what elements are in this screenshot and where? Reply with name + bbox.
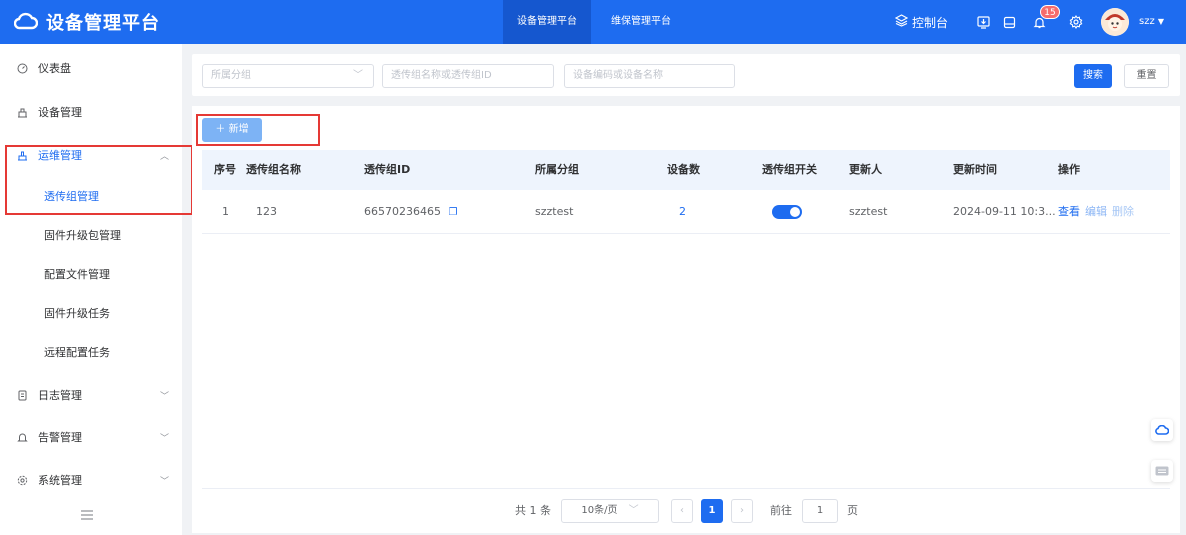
column-header: 透传组ID bbox=[364, 163, 411, 176]
user-menu[interactable]: szz ▼ bbox=[1139, 0, 1164, 44]
reset-button[interactable]: 重置 bbox=[1124, 64, 1169, 88]
column-header: 设备数 bbox=[667, 163, 700, 176]
settings-icon[interactable] bbox=[1069, 0, 1083, 44]
sidebar-subitem-config-file[interactable]: 配置文件管理 bbox=[0, 264, 182, 284]
switch-knob bbox=[790, 207, 800, 217]
total-count: 共 1 条 bbox=[515, 504, 551, 517]
user-name: szz bbox=[1139, 16, 1155, 27]
goto-label: 前往 bbox=[770, 504, 792, 517]
caret-down-icon: ▼ bbox=[1157, 17, 1165, 26]
ops-icon bbox=[16, 149, 28, 161]
chevron-down-icon: ﹀ bbox=[160, 433, 170, 444]
notification-badge: 15 bbox=[1040, 5, 1060, 19]
next-page-button[interactable]: › bbox=[731, 499, 753, 523]
layers-icon bbox=[894, 14, 909, 30]
cell-index: 1 bbox=[222, 205, 229, 218]
top-bar: 设备管理平台 设备管理平台 维保管理平台 控制台 15 szz ▼ bbox=[0, 0, 1186, 44]
cell-updater: szztest bbox=[849, 205, 888, 218]
copy-icon[interactable]: ❐ bbox=[448, 207, 457, 218]
prev-page-button[interactable]: ‹ bbox=[671, 499, 693, 523]
app-title: 设备管理平台 bbox=[46, 13, 160, 34]
device-icon bbox=[16, 106, 28, 118]
sidebar: 仪表盘 设备管理 运维管理 ︿ 透传组管理 固件升级包管理 配置文件管理 固件升… bbox=[0, 44, 182, 535]
plus-icon: ＋ bbox=[215, 124, 226, 135]
delete-link[interactable]: 删除 bbox=[1112, 190, 1134, 234]
chevron-down-icon: ﹀ bbox=[160, 476, 170, 487]
sidebar-item-ops-management[interactable]: 运维管理 ︿ bbox=[0, 145, 182, 165]
download-icon[interactable] bbox=[977, 0, 990, 44]
cell-updated-at: 2024-09-11 10:3... bbox=[953, 205, 1056, 218]
search-button[interactable]: 搜索 bbox=[1074, 64, 1112, 88]
keyboard-icon[interactable] bbox=[1151, 460, 1173, 482]
collapse-menu-icon[interactable] bbox=[80, 509, 94, 524]
current-page[interactable]: 1 bbox=[701, 499, 723, 523]
chevron-down-icon: ﹀ bbox=[628, 505, 639, 516]
page-size-select[interactable]: 10条/页 ﹀ bbox=[561, 499, 659, 523]
chevron-down-icon: ﹀ bbox=[353, 70, 363, 81]
sidebar-item-system-management[interactable]: 系统管理 ﹀ bbox=[0, 470, 182, 490]
log-icon bbox=[16, 389, 28, 401]
sidebar-item-device-management[interactable]: 设备管理 bbox=[0, 102, 182, 122]
logo[interactable]: 设备管理平台 bbox=[13, 9, 160, 35]
column-header: 更新时间 bbox=[953, 163, 997, 176]
cell-group-name: 123 bbox=[256, 205, 277, 218]
bell-icon bbox=[16, 431, 28, 443]
screen-icon[interactable] bbox=[1003, 0, 1016, 44]
view-link[interactable]: 查看 bbox=[1058, 190, 1080, 234]
edit-link[interactable]: 编辑 bbox=[1085, 190, 1107, 234]
search-panel: 所属分组 ﹀ 透传组名称或透传组ID 设备编码或设备名称 搜索 重置 bbox=[192, 54, 1180, 96]
table-header: 序号 透传组名称 透传组ID 所属分组 设备数 透传组开关 更新人 更新时间 操… bbox=[202, 150, 1170, 190]
cell-group: szztest bbox=[535, 205, 574, 218]
sidebar-subitem-passthrough-group[interactable]: 透传组管理 bbox=[0, 186, 182, 206]
chevron-down-icon: ﹀ bbox=[160, 391, 170, 402]
column-header: 透传组开关 bbox=[762, 163, 817, 176]
column-header: 序号 bbox=[214, 163, 236, 176]
sidebar-item-log-management[interactable]: 日志管理 ﹀ bbox=[0, 385, 182, 405]
main-panel: ＋ 新增 序号 透传组名称 透传组ID 所属分组 设备数 透传组开关 更新人 更… bbox=[192, 106, 1180, 533]
add-button[interactable]: ＋ 新增 bbox=[202, 118, 262, 142]
sidebar-item-dashboard[interactable]: 仪表盘 bbox=[0, 58, 182, 78]
column-header: 所属分组 bbox=[535, 163, 579, 176]
sidebar-subitem-remote-config-task[interactable]: 远程配置任务 bbox=[0, 342, 182, 362]
group-select[interactable]: 所属分组 ﹀ bbox=[202, 64, 374, 88]
nav-tab-device-platform[interactable]: 设备管理平台 bbox=[503, 0, 591, 44]
table-row: 1 123 66570236465 ❐ szztest 2 szztest 20… bbox=[202, 190, 1170, 234]
dashboard-icon bbox=[16, 62, 28, 74]
column-header: 更新人 bbox=[849, 163, 882, 176]
device-count-link[interactable]: 2 bbox=[679, 190, 686, 234]
console-link[interactable]: 控制台 bbox=[894, 0, 949, 44]
group-name-input[interactable]: 透传组名称或透传组ID bbox=[382, 64, 554, 88]
gear-icon bbox=[16, 474, 28, 486]
column-header: 透传组名称 bbox=[246, 163, 301, 176]
sidebar-subitem-firmware-task[interactable]: 固件升级任务 bbox=[0, 303, 182, 323]
nav-tab-maintenance-platform[interactable]: 维保管理平台 bbox=[597, 0, 685, 44]
sidebar-subitem-firmware-package[interactable]: 固件升级包管理 bbox=[0, 225, 182, 245]
console-label: 控制台 bbox=[912, 15, 949, 30]
sidebar-item-alarm-management[interactable]: 告警管理 ﹀ bbox=[0, 427, 182, 447]
device-code-input[interactable]: 设备编码或设备名称 bbox=[564, 64, 735, 88]
chevron-up-icon: ︿ bbox=[160, 151, 170, 162]
page-suffix: 页 bbox=[847, 504, 858, 517]
cloud-logo-icon bbox=[13, 12, 39, 33]
column-header: 操作 bbox=[1058, 163, 1080, 176]
cloud-icon[interactable] bbox=[1151, 419, 1173, 441]
pagination: 共 1 条 10条/页 ﹀ ‹ 1 › 前往 1 页 bbox=[202, 488, 1170, 532]
user-avatar[interactable] bbox=[1101, 8, 1129, 36]
goto-page-input[interactable]: 1 bbox=[802, 499, 838, 523]
cell-group-id: 66570236465 ❐ bbox=[364, 205, 458, 218]
passthrough-switch[interactable] bbox=[772, 205, 802, 219]
